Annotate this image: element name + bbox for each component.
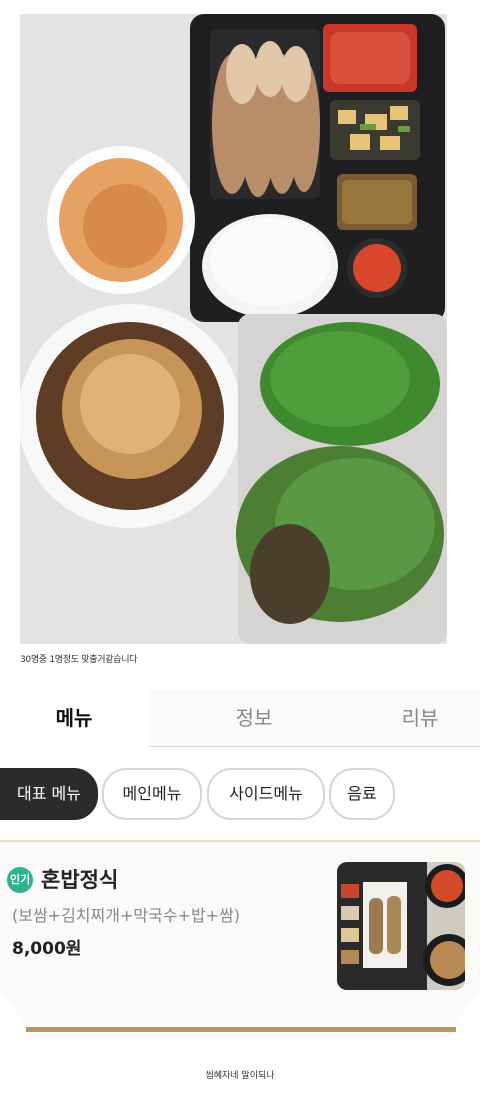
photo-caption: 30명중 1명정도 맞출거같습니다 — [20, 655, 138, 665]
menu-item-name: 혼밥정식 — [41, 868, 119, 892]
chip-representative-menu[interactable]: 대표 메뉴 — [0, 768, 98, 820]
chip-side-menu[interactable]: 사이드메뉴 — [207, 768, 325, 820]
menu-item-price: 8,000원 — [12, 939, 82, 959]
chip-drinks[interactable]: 음료 — [329, 768, 395, 820]
category-chips: 대표 메뉴 메인메뉴 사이드메뉴 음료 — [0, 768, 480, 820]
chip-main-menu[interactable]: 메인메뉴 — [102, 768, 202, 820]
tab-review[interactable]: 리뷰 — [360, 690, 480, 747]
menu-item-card[interactable]: 인기 혼밥정식 (보쌈+김치찌개+막국수+밥+쌈) 8,000원 — [0, 840, 480, 1038]
popular-badge: 인기 — [7, 867, 33, 893]
menu-item-thumbnail — [337, 862, 465, 990]
meal-photo — [20, 14, 447, 644]
tab-bar: 메뉴 정보 리뷰 — [0, 690, 480, 748]
menu-item-description: (보쌈+김치찌개+막국수+밥+쌈) — [12, 906, 241, 925]
tab-info[interactable]: 정보 — [148, 690, 360, 747]
tab-menu[interactable]: 메뉴 — [0, 690, 149, 747]
footer-caption: 씹혜자네 말이되나 — [205, 1071, 275, 1081]
card-accent-bar — [26, 1027, 456, 1032]
